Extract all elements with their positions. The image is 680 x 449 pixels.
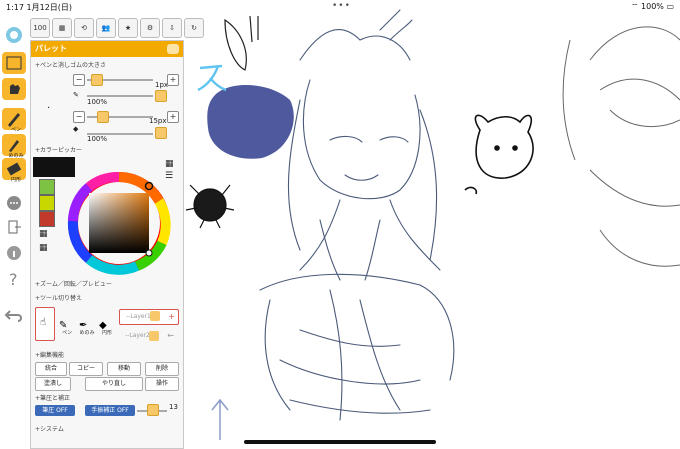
pen-opacity-value: 100%: [87, 98, 108, 106]
pen-opacity-knob[interactable]: [155, 90, 167, 102]
eraser-tool[interactable]: 円形: [2, 158, 26, 183]
switch-pen-tool[interactable]: ✎ ペン: [59, 313, 75, 336]
star-icon[interactable]: ★: [118, 18, 138, 38]
gear-icon[interactable]: ⚙: [140, 18, 160, 38]
pen-tool[interactable]: ペン: [2, 108, 26, 133]
layers-tool[interactable]: [2, 52, 26, 74]
eraser-opacity-knob[interactable]: [155, 127, 167, 139]
eraser-size-value: 15px: [149, 117, 167, 125]
color-wheel[interactable]: [59, 169, 179, 277]
move-button[interactable]: 移動: [107, 362, 141, 376]
info-icon[interactable]: [2, 242, 26, 264]
grid-icon[interactable]: ▦: [52, 18, 72, 38]
battery-icon: ▭: [666, 2, 674, 11]
color-swatch-green[interactable]: [39, 179, 55, 195]
redo-icon[interactable]: ↻: [184, 18, 204, 38]
eraser-size-knob[interactable]: [97, 111, 109, 123]
status-time: 1:17 1月12日(日): [6, 3, 73, 12]
stabilizer-value: 13: [169, 403, 178, 411]
palette-close-button[interactable]: [167, 44, 179, 54]
fill-button[interactable]: 塗潰し: [35, 377, 71, 391]
pen-size-knob[interactable]: [91, 74, 103, 86]
lasso-tool-button[interactable]: ☝: [35, 307, 55, 341]
redo-button[interactable]: やり直し: [85, 377, 143, 391]
switch-smudge-tool[interactable]: ✒ めのみ: [79, 313, 95, 336]
hand-tool[interactable]: [2, 78, 26, 100]
section-tool-switch[interactable]: +ツール切り替え: [35, 293, 82, 302]
layer2-knob[interactable]: [149, 331, 159, 341]
exit-icon[interactable]: [2, 216, 26, 238]
pen-size-plus[interactable]: +: [167, 74, 179, 86]
eraser-icon: ◆: [73, 125, 79, 133]
swatch-grid-icon-2[interactable]: ▦: [39, 243, 48, 253]
palette-header[interactable]: パレット: [31, 41, 183, 57]
people-icon[interactable]: 👥: [96, 18, 116, 38]
wifi-icon: ⌔: [630, 2, 639, 11]
layer2-selector[interactable]: --Layer2-- ←: [119, 329, 177, 343]
section-pressure[interactable]: +筆圧と補正: [35, 393, 70, 402]
smudge-tool[interactable]: めのみ: [2, 134, 26, 159]
section-zoom[interactable]: +ズーム／回転／プレビュー: [35, 279, 112, 288]
color-wheel-tool[interactable]: [2, 24, 26, 46]
layer1-add-icon[interactable]: +: [168, 310, 175, 324]
battery-percent: 100%: [641, 2, 664, 11]
pen-size-minus[interactable]: −: [73, 74, 85, 86]
color-swatch-lime[interactable]: [39, 195, 55, 211]
help-icon[interactable]: ?: [2, 268, 26, 290]
stabilizer-knob[interactable]: [147, 404, 159, 416]
switch-eraser-tool[interactable]: ◆ 円形: [99, 313, 115, 336]
swatch-grid-icon[interactable]: ▦: [39, 229, 48, 239]
palette-grid-icon[interactable]: ▦: [165, 159, 174, 169]
delete-button[interactable]: 削除: [145, 362, 179, 376]
eraser-opacity-value: 100%: [87, 135, 108, 143]
section-system[interactable]: +システム: [35, 424, 64, 433]
rotate-icon[interactable]: ⟲: [74, 18, 94, 38]
undo-icon[interactable]: [2, 304, 26, 326]
palette-title: パレット: [35, 44, 67, 53]
color-swatch-red[interactable]: [39, 211, 55, 227]
pen-opacity-slider[interactable]: [87, 95, 153, 97]
eraser-size-minus[interactable]: −: [73, 111, 85, 123]
pen-dot-preview: ·: [47, 103, 51, 114]
pressure-toggle[interactable]: 筆圧 OFF: [35, 405, 75, 416]
menu-icon[interactable]: [2, 192, 26, 214]
home-indicator[interactable]: [244, 440, 436, 444]
download-icon[interactable]: ⇩: [162, 18, 182, 38]
left-toolstrip: ペン めのみ 円形 ?: [0, 16, 28, 346]
palette-panel: パレット +ペンと消しゴムの大きさ − 1px + · ✎ 100% − 15p…: [30, 40, 184, 449]
operation-button[interactable]: 操作: [145, 377, 179, 391]
layer2-back-icon[interactable]: ←: [167, 329, 174, 343]
merge-button[interactable]: 統合: [35, 362, 67, 376]
svg-text:?: ?: [9, 270, 18, 289]
section-pen-size[interactable]: +ペンと消しゴムの大きさ: [35, 60, 106, 69]
section-edit[interactable]: +編集機能: [35, 350, 64, 359]
stabilizer-toggle[interactable]: 手振補正 OFF: [85, 405, 135, 416]
copy-button[interactable]: コピー: [69, 362, 103, 376]
multitask-dots[interactable]: •••: [332, 1, 351, 11]
eraser-size-plus[interactable]: +: [167, 111, 179, 123]
section-color-picker[interactable]: +カラーピッカー: [35, 145, 82, 154]
layer1-knob[interactable]: [150, 311, 160, 321]
zoom-level[interactable]: 100: [30, 18, 50, 38]
layer1-selector[interactable]: --Layer1-- +: [119, 309, 179, 325]
status-bar: 1:17 1月12日(日) ••• ⌔ 100% ▭: [0, 0, 680, 14]
lasso-icon: ☝: [40, 317, 47, 328]
status-right: ⌔ 100% ▭: [631, 2, 674, 12]
